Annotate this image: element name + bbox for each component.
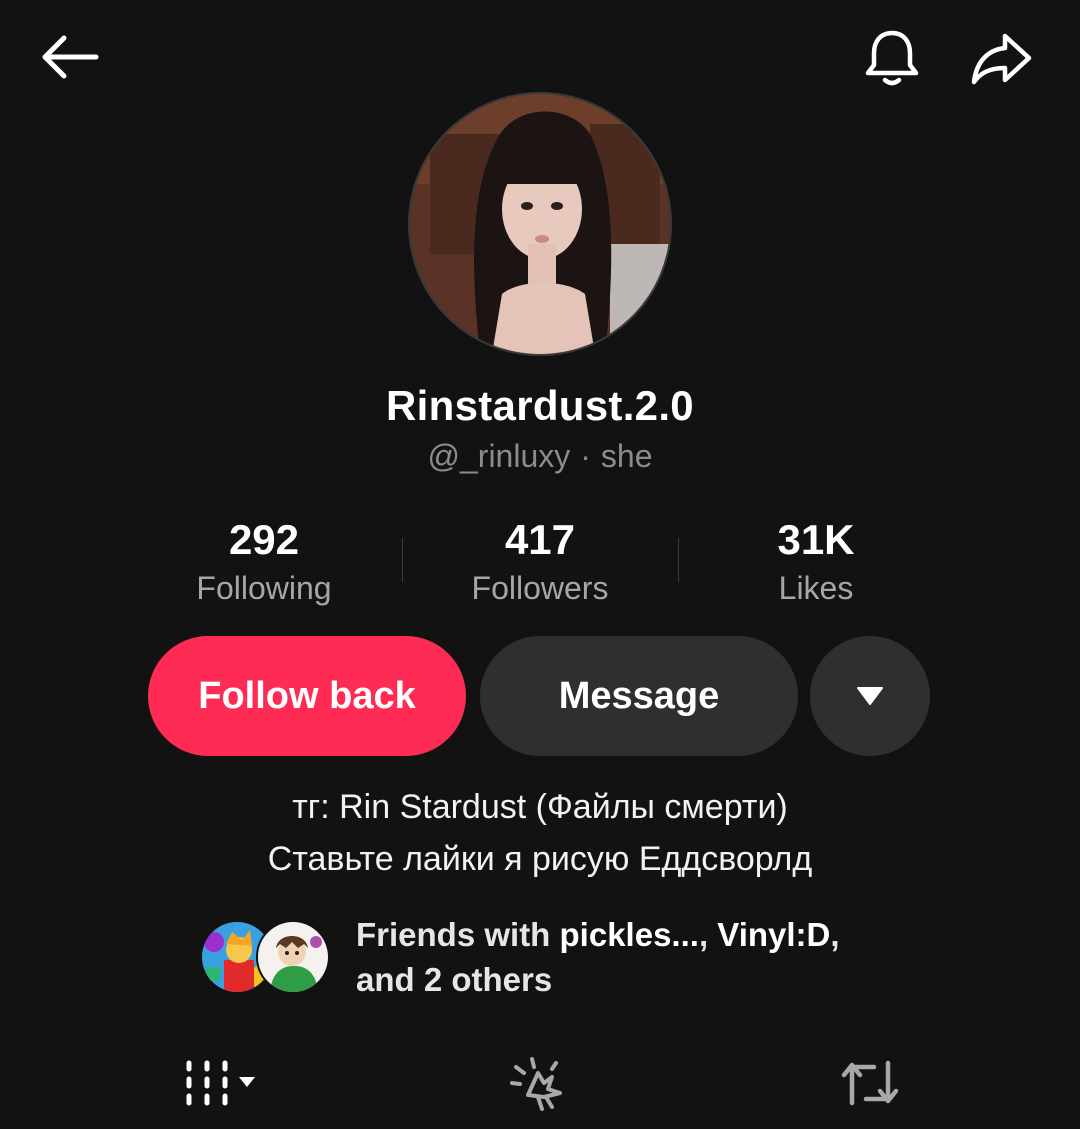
message-button[interactable]: Message	[480, 636, 798, 756]
friends-others: and 2 others	[356, 961, 553, 998]
share-arrow-icon	[971, 33, 1032, 85]
tab-liked[interactable]	[500, 1048, 580, 1118]
repost-icon	[841, 1060, 899, 1106]
friends-separator: ,	[698, 916, 718, 953]
grid-columns-icon	[186, 1060, 255, 1106]
tab-reposts[interactable]	[830, 1048, 910, 1118]
display-name: Rinstardust.2.0	[386, 382, 694, 429]
profile-avatar[interactable]	[408, 92, 672, 356]
stat-label: Likes	[778, 570, 854, 606]
username-row: @_rinluxy · she	[0, 438, 1080, 475]
pronouns: she	[600, 438, 653, 474]
friends-prefix: Friends with	[356, 916, 560, 953]
stat-value: 292	[228, 516, 300, 563]
friend-name: pickles...	[559, 916, 699, 953]
separator-dot: ·	[580, 438, 591, 474]
username[interactable]: @_rinluxy	[428, 438, 571, 474]
caret-down-icon	[857, 687, 883, 705]
stat-divider	[402, 538, 403, 582]
stat-label: Followers	[471, 570, 609, 606]
back-button[interactable]	[32, 22, 108, 92]
stat-likes[interactable]: 31K Likes	[686, 512, 946, 608]
stat-following[interactable]: 292 Following	[134, 512, 394, 608]
more-options-button[interactable]	[810, 636, 930, 756]
mutual-friends-text[interactable]: Friends with pickles..., Vinyl:D, and 2 …	[356, 912, 976, 1002]
bio-line: тг: Rin Stardust (Файлы смерти)	[292, 788, 788, 826]
avatar-photo	[410, 94, 670, 354]
bell-icon	[865, 30, 919, 86]
sparkle-hand-icon	[510, 1057, 562, 1111]
stat-divider	[678, 538, 679, 582]
bio-line: Ставьте лайки я рисую Еддсворлд	[267, 840, 813, 878]
stat-value: 31K	[777, 516, 855, 563]
friends-suffix: ,	[830, 916, 840, 953]
stat-followers[interactable]: 417 Followers	[410, 512, 670, 608]
share-button[interactable]	[962, 20, 1042, 96]
notifications-button[interactable]	[854, 20, 930, 96]
arrow-left-icon	[42, 35, 99, 79]
friend-name: Vinyl:D	[717, 916, 831, 953]
stat-value: 417	[504, 516, 576, 563]
tab-videos[interactable]	[170, 1048, 270, 1118]
follow-back-button[interactable]: Follow back	[148, 636, 466, 756]
stat-label: Following	[196, 570, 332, 606]
friend-avatar[interactable]	[256, 920, 330, 994]
